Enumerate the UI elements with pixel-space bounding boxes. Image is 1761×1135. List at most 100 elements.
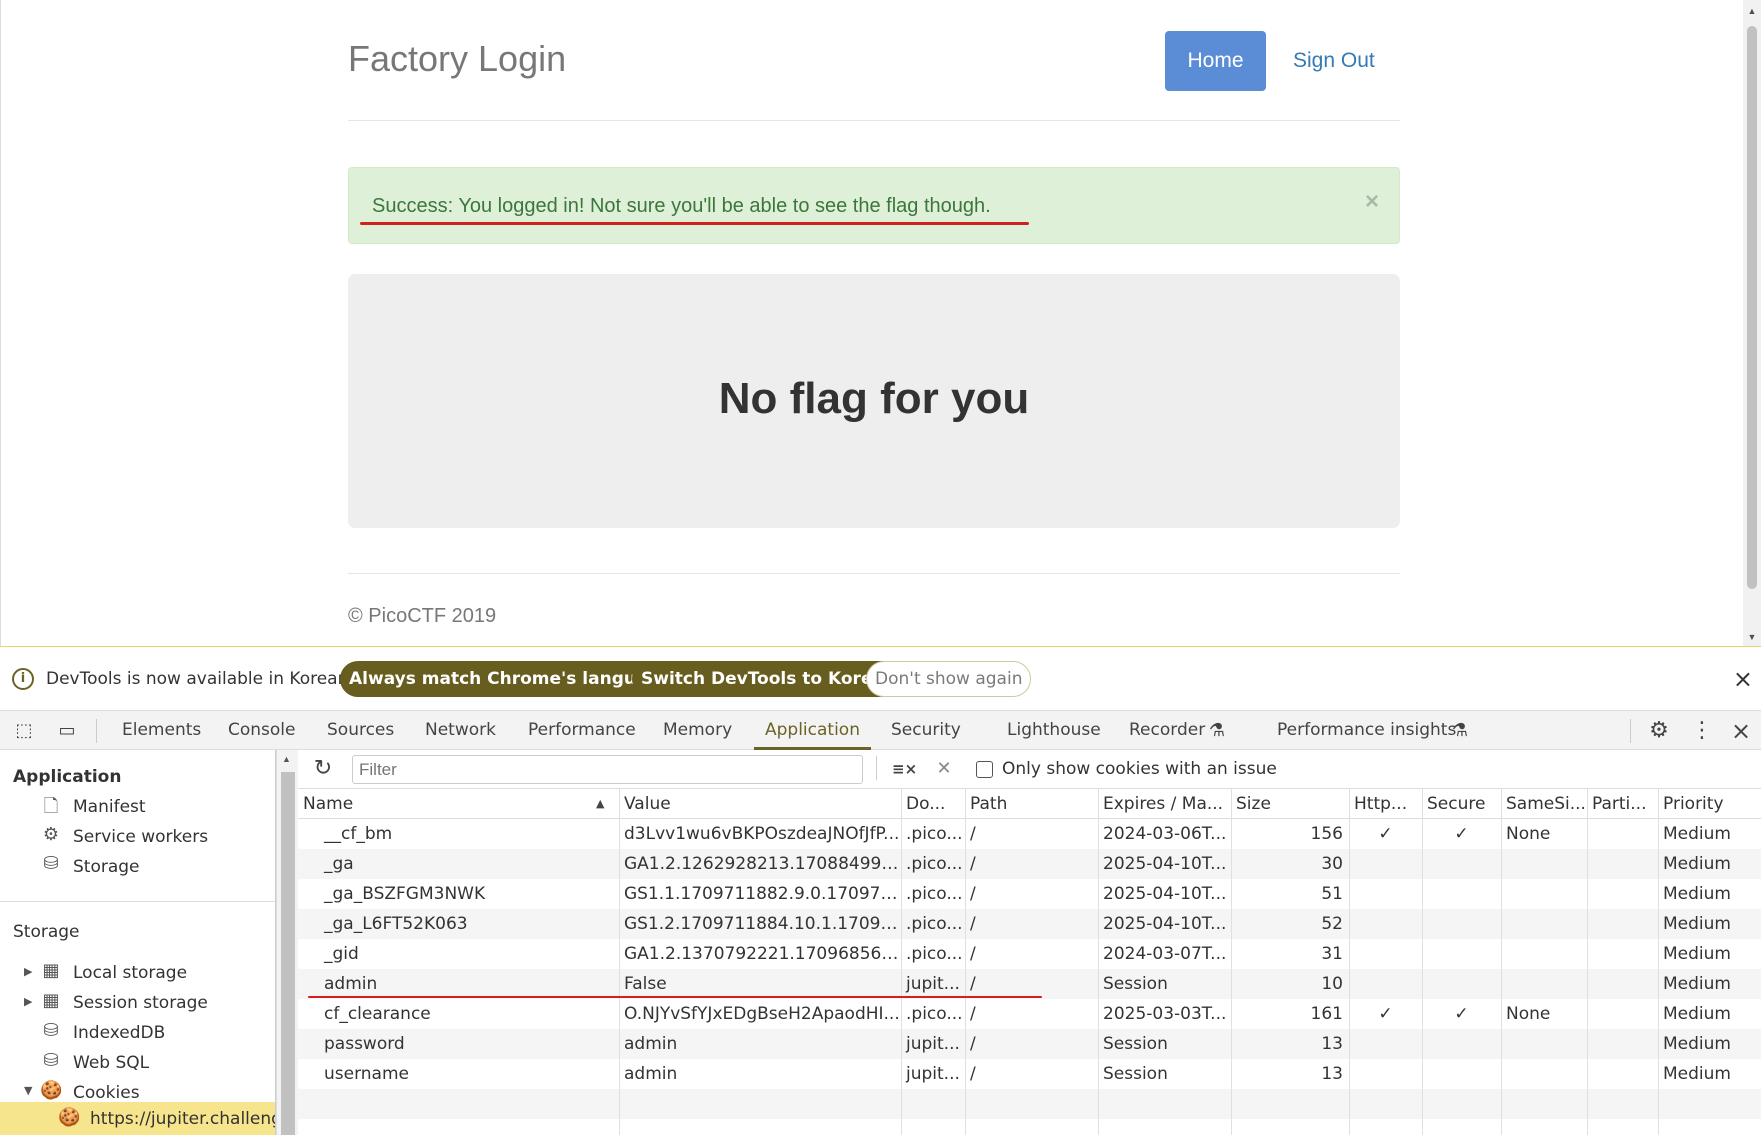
sidebar-item-local-storage[interactable]: Local storage [73, 963, 187, 983]
signout-link[interactable]: Sign Out [1293, 49, 1375, 73]
sidebar-item-cookie-origin[interactable]: 🍪 https://jupiter.challeng [0, 1102, 275, 1135]
tab-sources[interactable]: Sources [327, 711, 394, 750]
always-match-language-button[interactable]: Always match Chrome's language [340, 661, 681, 697]
sidebar-item-storage[interactable]: Storage [73, 857, 140, 877]
cell-size: 161 [1310, 1004, 1343, 1024]
cell-do: jupit... [906, 1064, 960, 1084]
expand-arrow-icon[interactable]: ▶ [24, 965, 32, 978]
cell-expires-ma: Session [1103, 974, 1168, 994]
cell-do: .pico... [906, 944, 963, 964]
clear-all-cookies-icon[interactable]: ✕ [933, 758, 955, 780]
cell-do: .pico... [906, 824, 963, 844]
table-row[interactable]: admin False jupit... / Session 10 Medium [298, 969, 1761, 999]
table-row[interactable]: username admin jupit... / Session 13 Medium [298, 1059, 1761, 1089]
toolbar-separator [1630, 719, 1631, 743]
cell-secure [1422, 909, 1501, 939]
sidebar-scrollbar[interactable]: ▲ [276, 750, 298, 1135]
close-devtools-icon[interactable]: × [1730, 719, 1752, 743]
cell-size: 31 [1321, 944, 1343, 964]
scroll-up-arrow-icon[interactable]: ▲ [282, 754, 291, 764]
column-header-parti[interactable]: Parti... [1587, 789, 1658, 819]
only-issues-checkbox[interactable] [976, 761, 993, 778]
column-divider [1422, 789, 1423, 1135]
tab-lighthouse[interactable]: Lighthouse [1007, 711, 1101, 750]
refresh-icon[interactable]: ↻ [312, 758, 334, 780]
infobar-close-icon[interactable]: × [1733, 665, 1753, 693]
table-row[interactable]: _gid GA1.2.1370792221.1709685648 .pico... /… [298, 939, 1761, 969]
collapse-arrow-icon[interactable]: ▼ [24, 1084, 32, 1097]
cell-http: ✓ [1378, 1004, 1393, 1024]
tab-network[interactable]: Network [425, 711, 496, 750]
column-header-path[interactable]: Path [965, 789, 1098, 819]
cell-do: jupit... [906, 1034, 960, 1054]
cell-http [1349, 969, 1422, 999]
alert-close-icon[interactable]: × [1365, 188, 1379, 216]
cell-path: / [970, 1004, 976, 1024]
scroll-down-arrow-icon[interactable]: ▼ [1747, 632, 1757, 642]
column-header-name[interactable]: Name [298, 789, 619, 819]
cell-secure [1422, 969, 1501, 999]
tab-console[interactable]: Console [228, 711, 296, 750]
sidebar-item-manifest[interactable]: Manifest [73, 797, 146, 817]
sidebar-scrollbar-thumb[interactable] [281, 772, 295, 1135]
table-row[interactable]: cf_clearance O.NJYvSfYJxEDgBseH2ApaodHI..… [298, 999, 1761, 1029]
sidebar-item-indexeddb[interactable]: IndexedDB [73, 1023, 165, 1043]
cookie-table: Name Value Do... Path Expires / Ma... Size Htt… [298, 789, 1761, 1135]
more-options-icon[interactable]: ⋮ [1691, 720, 1713, 742]
performance-insights-flask-icon: ⚗ [1451, 720, 1469, 741]
device-toolbar-icon[interactable]: ▭ [56, 720, 78, 742]
table-header-row: Name Value Do... Path Expires / Ma... Size Htt… [298, 789, 1761, 819]
home-button[interactable]: Home [1165, 31, 1266, 91]
infobar-message: DevTools is now available in Korean! [46, 669, 356, 689]
column-header-priority[interactable]: Priority [1658, 789, 1761, 819]
table-row[interactable]: _ga GA1.2.1262928213.1708849936 .pico... / 2… [298, 849, 1761, 879]
sidebar-item-cookies[interactable]: Cookies [73, 1083, 140, 1103]
column-header-secure[interactable]: Secure [1422, 789, 1501, 819]
tab-memory[interactable]: Memory [663, 711, 732, 750]
settings-gear-icon[interactable]: ⚙ [1648, 720, 1670, 742]
sidebar-item-web-sql[interactable]: Web SQL [73, 1053, 149, 1073]
cookie-filter-input[interactable] [352, 755, 863, 784]
tab-application[interactable]: Application [754, 711, 871, 750]
column-divider [965, 789, 966, 1135]
cell-expires-ma: Session [1103, 1064, 1168, 1084]
web-page: Factory Login Home Sign Out Success: You… [0, 0, 1761, 646]
switch-to-korean-button[interactable]: Switch DevTools to Korean [632, 661, 906, 697]
cell-value: False [624, 974, 667, 994]
column-header-do[interactable]: Do... [901, 789, 965, 819]
table-row[interactable]: _ga_L6FT52K063 GS1.2.1709711884.10.1.1709… [298, 909, 1761, 939]
table-row[interactable]: _ga_BSZFGM3NWK GS1.1.1709711882.9.0.17097… [298, 879, 1761, 909]
column-header-expires-ma[interactable]: Expires / Ma... [1098, 789, 1231, 819]
tab-performance-insights[interactable]: Performance insights [1277, 711, 1456, 750]
tab-elements[interactable]: Elements [122, 711, 201, 750]
cell-size: 10 [1321, 974, 1343, 994]
page-scrollbar[interactable]: ▲ ▼ [1743, 0, 1761, 646]
dont-show-again-button[interactable]: Don't show again [866, 661, 1032, 697]
cell-do: .pico... [906, 914, 963, 934]
sidebar-item-service-workers[interactable]: Service workers [73, 827, 208, 847]
inspect-element-icon[interactable]: ⬚ [13, 720, 35, 742]
cell-size: 156 [1310, 824, 1343, 844]
service-workers-gear-icon: ⚙ [42, 824, 60, 845]
clear-filtered-cookies-icon[interactable]: ≡× [892, 758, 917, 780]
cell-secure: ✓ [1454, 1004, 1469, 1024]
table-row[interactable]: password admin jupit... / Session 13 Medium [298, 1029, 1761, 1059]
tab-recorder[interactable]: Recorder [1129, 711, 1205, 750]
cell-priority: Medium [1663, 1034, 1731, 1054]
annotation-underline-admin-row [308, 996, 1042, 998]
cell-priority: Medium [1663, 944, 1731, 964]
expand-arrow-icon[interactable]: ▶ [24, 995, 32, 1008]
column-header-value[interactable]: Value [619, 789, 901, 819]
cell-value: GA1.2.1370792221.1709685648 [624, 944, 901, 964]
table-row[interactable]: __cf_bm d3Lvv1wu6vBKPOszdeaJNOfJfP... .pic… [298, 819, 1761, 849]
column-header-size[interactable]: Size [1231, 789, 1349, 819]
indexeddb-database-icon: ⛁ [43, 1020, 59, 1041]
column-header-samesi[interactable]: SameSi... [1501, 789, 1587, 819]
scroll-up-arrow-icon[interactable]: ▲ [1747, 6, 1757, 16]
sidebar-item-session-storage[interactable]: Session storage [73, 993, 208, 1013]
scrollbar-thumb[interactable] [1747, 26, 1757, 589]
tab-security[interactable]: Security [891, 711, 961, 750]
tab-performance[interactable]: Performance [528, 711, 636, 750]
column-header-http[interactable]: Http... [1349, 789, 1422, 819]
cell-size: 13 [1321, 1034, 1343, 1054]
